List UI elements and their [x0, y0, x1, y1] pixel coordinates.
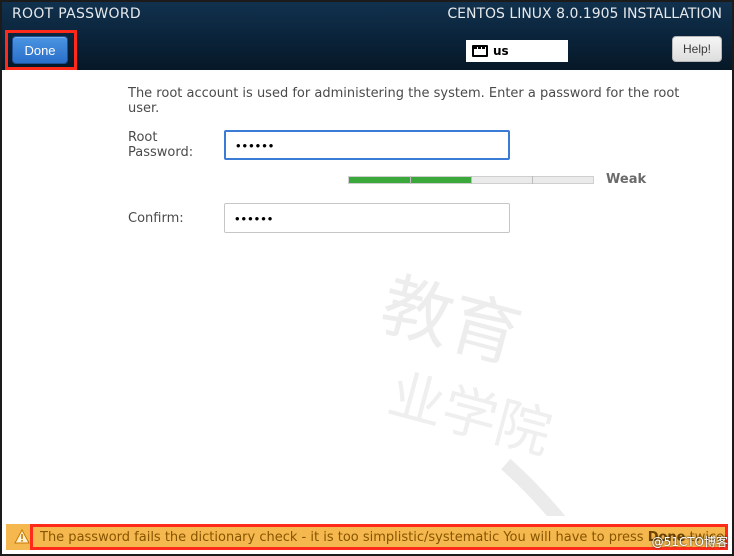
svg-text:业学院: 业学院 [382, 362, 558, 467]
svg-text:教育: 教育 [373, 266, 529, 379]
watermark: 教育 业学院 [324, 266, 644, 516]
warning-icon [14, 529, 30, 545]
attribution-text: @51CTO博客 [652, 533, 728, 550]
keyboard-layout-selector[interactable]: us [466, 40, 568, 62]
root-password-row: Root Password: [26, 130, 708, 160]
password-strength-row: Weak [348, 172, 708, 187]
header-bar: ROOT PASSWORD CENTOS LINUX 8.0.1905 INST… [0, 0, 734, 70]
help-button[interactable]: Help! [672, 36, 722, 62]
page-title: ROOT PASSWORD [12, 6, 141, 22]
done-button[interactable]: Done [12, 36, 68, 64]
intro-text: The root account is used for administeri… [128, 86, 708, 116]
keyboard-layout-label: us [493, 44, 509, 58]
warning-text: The password fails the dictionary check … [40, 530, 728, 545]
keyboard-icon [472, 45, 488, 57]
warning-bar: The password fails the dictionary check … [6, 524, 728, 550]
password-strength-label: Weak [606, 172, 646, 187]
password-strength-meter [348, 176, 594, 184]
root-password-label: Root Password: [26, 130, 224, 160]
main-content: The root account is used for administeri… [0, 80, 734, 245]
confirm-password-row: Confirm: [26, 203, 708, 233]
confirm-password-input[interactable] [224, 203, 510, 233]
root-password-input[interactable] [224, 130, 510, 160]
install-title: CENTOS LINUX 8.0.1905 INSTALLATION [447, 6, 722, 22]
confirm-password-label: Confirm: [26, 211, 224, 226]
